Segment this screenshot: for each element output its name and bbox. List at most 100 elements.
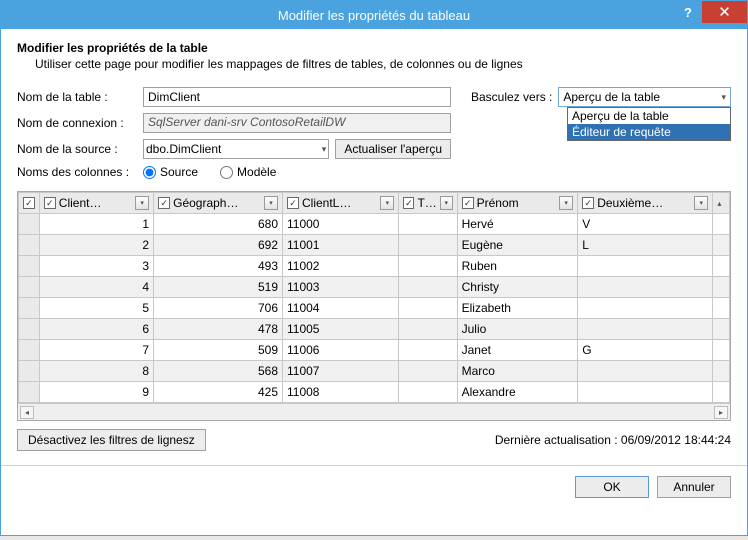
cell-prenom: Alexandre	[457, 382, 578, 403]
row-selector[interactable]	[19, 277, 40, 298]
cell-client: 1	[39, 214, 153, 235]
checkbox-icon[interactable]: ✓	[582, 197, 594, 209]
filter-icon[interactable]	[380, 196, 394, 210]
cell-spacer	[713, 298, 730, 319]
cell-geo: 568	[154, 361, 283, 382]
col-header-client[interactable]: ✓Client…	[39, 193, 153, 214]
cell-geo: 706	[154, 298, 283, 319]
cell-t	[399, 277, 457, 298]
dropdown-item-query-editor[interactable]: Éditeur de requête	[568, 124, 730, 140]
under-grid-bar: Désactivez les filtres de lignesz Derniè…	[17, 429, 731, 451]
colnames-label: Noms des colonnes :	[17, 165, 143, 179]
cell-prenom: Eugène	[457, 235, 578, 256]
table-row[interactable]: 349311002Ruben	[19, 256, 730, 277]
col-header-t[interactable]: ✓T…	[399, 193, 457, 214]
cancel-button[interactable]: Annuler	[657, 476, 731, 498]
cell-prenom: Marco	[457, 361, 578, 382]
scroll-right-icon[interactable]: ▸	[714, 406, 728, 419]
table-row[interactable]: 942511008Alexandre	[19, 382, 730, 403]
row-selector[interactable]	[19, 382, 40, 403]
form-left: Nom de la table : Nom de connexion : Sql…	[17, 87, 451, 185]
col-header-deuxieme[interactable]: ✓Deuxième…	[578, 193, 713, 214]
dropdown-item-preview[interactable]: Aperçu de la table	[568, 108, 730, 124]
cell-client: 2	[39, 235, 153, 256]
cell-prenom: Ruben	[457, 256, 578, 277]
radio-source-input[interactable]	[143, 166, 156, 179]
table-row[interactable]: 168011000HervéV	[19, 214, 730, 235]
cell-t	[399, 361, 457, 382]
checkbox-icon[interactable]: ✓	[462, 197, 474, 209]
checkbox-icon[interactable]: ✓	[44, 197, 56, 209]
checkbox-icon[interactable]: ✓	[158, 197, 170, 209]
col-header-prenom[interactable]: ✓Prénom	[457, 193, 578, 214]
chevron-up-icon[interactable]: ▴	[717, 199, 721, 208]
filter-icon[interactable]	[135, 196, 149, 210]
checkbox-icon[interactable]: ✓	[403, 197, 414, 209]
switch-dropdown: Aperçu de la table Éditeur de requête	[567, 107, 731, 141]
last-updated-text: Dernière actualisation : 06/09/2012 18:4…	[495, 433, 731, 447]
radio-source[interactable]: Source	[143, 165, 198, 179]
cell-t	[399, 256, 457, 277]
chevron-down-icon: ▾	[322, 144, 327, 155]
table-row[interactable]: 451911003Christy	[19, 277, 730, 298]
cell-deuxieme: V	[578, 214, 713, 235]
table-name-input[interactable]	[143, 87, 451, 107]
filter-icon[interactable]	[694, 196, 708, 210]
form-right: Basculez vers : Aperçu de la table ▾ Ape…	[471, 87, 731, 185]
row-selector[interactable]	[19, 361, 40, 382]
form-area: Nom de la table : Nom de connexion : Sql…	[17, 87, 731, 185]
connection-value: SqlServer dani-srv ContosoRetailDW	[143, 113, 451, 133]
cell-clientl: 11006	[283, 340, 399, 361]
checkbox-icon[interactable]: ✓	[23, 197, 35, 209]
filter-icon[interactable]	[559, 196, 573, 210]
table-row[interactable]: 750911006JanetG	[19, 340, 730, 361]
disable-row-filters-button[interactable]: Désactivez les filtres de lignesz	[17, 429, 206, 451]
cell-deuxieme	[578, 382, 713, 403]
row-selector[interactable]	[19, 340, 40, 361]
row-selector[interactable]	[19, 235, 40, 256]
refresh-preview-button[interactable]: Actualiser l'aperçu	[335, 139, 451, 159]
cell-t	[399, 382, 457, 403]
source-select[interactable]: dbo.DimClient ▾	[143, 139, 329, 159]
table-row[interactable]: 647811005Julio	[19, 319, 730, 340]
switch-select[interactable]: Aperçu de la table ▾	[558, 87, 731, 107]
row-selector[interactable]	[19, 256, 40, 277]
radio-model[interactable]: Modèle	[220, 165, 276, 179]
scroll-left-icon[interactable]: ◂	[20, 406, 34, 419]
close-button[interactable]: ✕	[702, 1, 747, 23]
checkbox-icon[interactable]: ✓	[287, 197, 299, 209]
ok-button[interactable]: OK	[575, 476, 649, 498]
row-selector[interactable]	[19, 319, 40, 340]
col-header-clientl[interactable]: ✓ClientL…	[283, 193, 399, 214]
cell-client: 5	[39, 298, 153, 319]
titlebar: Modifier les propriétés du tableau ? ✕	[1, 1, 747, 29]
table-row[interactable]: 269211001EugèneL	[19, 235, 730, 256]
cell-t	[399, 298, 457, 319]
cell-clientl: 11000	[283, 214, 399, 235]
help-button[interactable]: ?	[674, 1, 702, 23]
cell-prenom: Julio	[457, 319, 578, 340]
cell-t	[399, 340, 457, 361]
page-heading: Modifier les propriétés de la table	[17, 41, 731, 55]
cell-client: 3	[39, 256, 153, 277]
cell-clientl: 11001	[283, 235, 399, 256]
filter-icon[interactable]	[264, 196, 278, 210]
cell-t	[399, 214, 457, 235]
table-row[interactable]: 856811007Marco	[19, 361, 730, 382]
cell-deuxieme: G	[578, 340, 713, 361]
dialog-footer: OK Annuler	[17, 476, 731, 498]
window-title: Modifier les propriétés du tableau	[1, 8, 747, 23]
cell-spacer	[713, 214, 730, 235]
filter-icon[interactable]	[440, 196, 453, 210]
select-all-header[interactable]: ✓	[19, 193, 40, 214]
row-selector[interactable]	[19, 214, 40, 235]
dialog-window: Modifier les propriétés du tableau ? ✕ M…	[0, 0, 748, 536]
horizontal-scrollbar[interactable]: ◂ ▸	[18, 403, 730, 420]
col-header-geograph[interactable]: ✓Géograph…	[154, 193, 283, 214]
cell-geo: 680	[154, 214, 283, 235]
table-row[interactable]: 570611004Elizabeth	[19, 298, 730, 319]
cell-deuxieme: L	[578, 235, 713, 256]
cell-deuxieme	[578, 361, 713, 382]
radio-model-input[interactable]	[220, 166, 233, 179]
row-selector[interactable]	[19, 298, 40, 319]
